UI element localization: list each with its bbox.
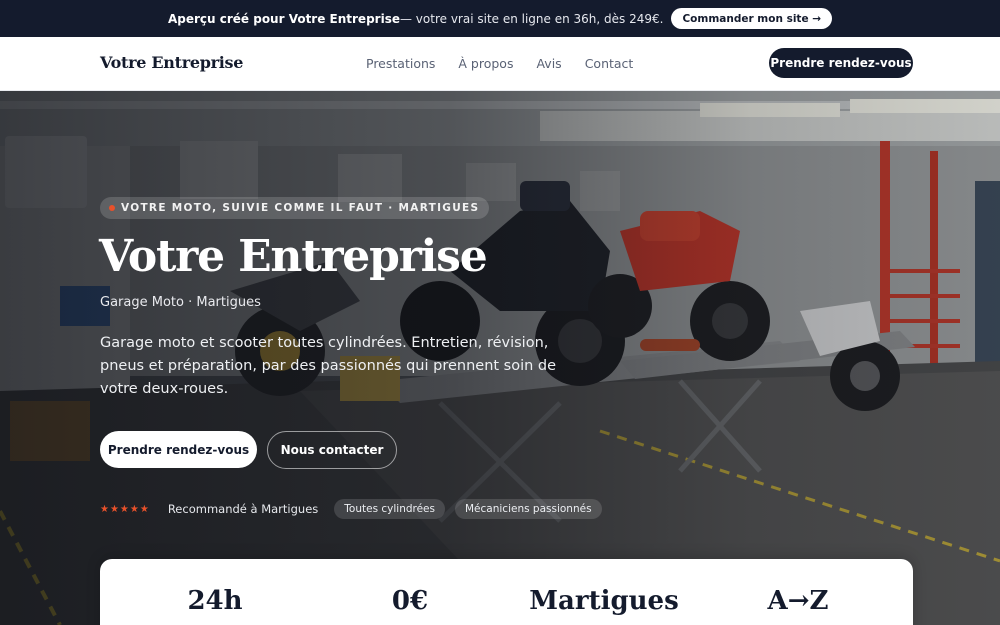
promo-text: — votre vrai site en ligne en 36h, dès 2… [399, 11, 664, 26]
recommendation-text: Recommandé à Martigues [167, 502, 319, 516]
hero-title: Votre Entreprise [99, 231, 488, 282]
stat-turnaround: 24h [187, 586, 243, 616]
trust-row: ★★★★★ Recommandé à Martigues Toutes cyli… [100, 499, 602, 519]
hero-contact-button[interactable]: Nous contacter [267, 431, 397, 469]
pill-passionate-mechanics: Mécaniciens passionnés [455, 499, 602, 519]
nav-link-prestations[interactable]: Prestations [366, 56, 435, 71]
rating-stars-icon: ★★★★★ [100, 503, 150, 515]
stat-price: 0€ [391, 586, 429, 616]
nav-link-contact[interactable]: Contact [585, 56, 634, 71]
hero-section: VOTRE MOTO, SUIVIE COMME IL FAUT · MARTI… [0, 91, 1000, 625]
brand-logo[interactable]: Votre Entreprise [100, 53, 243, 72]
nav-appointment-button[interactable]: Prendre rendez-vous [769, 48, 913, 78]
nav-link-avis[interactable]: Avis [536, 56, 561, 71]
stats-card: 24h 0€ Martigues A→Z [100, 559, 913, 625]
hero-description: Garage moto et scooter toutes cylindrées… [100, 335, 557, 397]
promo-banner: Aperçu créé pour Votre Entreprise — votr… [0, 0, 1000, 37]
nav-links: Prestations À propos Avis Contact [366, 56, 633, 71]
hero-eyebrow-text: VOTRE MOTO, SUIVIE COMME IL FAUT · MARTI… [121, 202, 480, 214]
promo-headline: Aperçu créé pour Votre Entreprise [167, 11, 400, 26]
stat-coverage: A→Z [767, 586, 829, 616]
hero-eyebrow: VOTRE MOTO, SUIVIE COMME IL FAUT · MARTI… [100, 197, 490, 219]
nav-link-a-propos[interactable]: À propos [458, 56, 513, 71]
hero-appointment-button[interactable]: Prendre rendez-vous [100, 431, 257, 468]
hero-subtitle: Garage Moto · Martigues [100, 295, 261, 310]
stat-location: Martigues [529, 586, 679, 616]
pill-all-sizes: Toutes cylindrées [334, 499, 445, 519]
accent-dot-icon [109, 205, 115, 211]
navbar: Votre Entreprise Prestations À propos Av… [0, 37, 1000, 91]
order-site-button[interactable]: Commander mon site → [671, 8, 833, 29]
